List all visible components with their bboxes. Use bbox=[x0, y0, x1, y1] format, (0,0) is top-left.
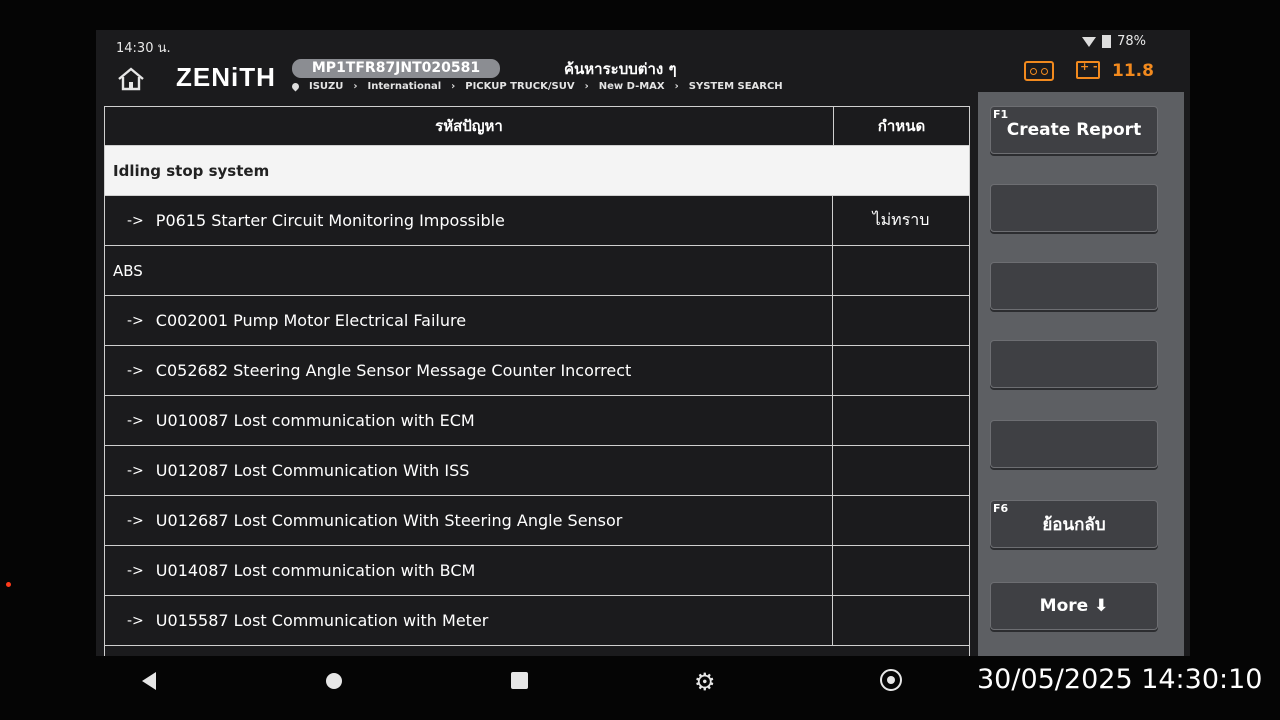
table-row[interactable]: Idling stop system bbox=[105, 146, 969, 196]
dtc-text: C052682 Steering Angle Sensor Message Co… bbox=[155, 361, 632, 380]
table-row[interactable]: -> U012087 Lost Communication With ISS bbox=[105, 446, 969, 496]
battery-icon bbox=[1102, 35, 1112, 48]
dtc-text: C002001 Pump Motor Electrical Failure bbox=[155, 311, 467, 330]
create-report-button[interactable]: F1 Create Report bbox=[990, 106, 1158, 154]
create-report-label: Create Report bbox=[1006, 120, 1142, 140]
row-definition bbox=[833, 146, 969, 195]
dtc-text: P0615 Starter Circuit Monitoring Impossi… bbox=[155, 211, 505, 230]
function-key-panel: F1 Create Report F6 ย้อนกลับ More ⬇ bbox=[978, 92, 1184, 656]
back-button[interactable]: F6 ย้อนกลับ bbox=[990, 500, 1158, 548]
row-arrow: -> bbox=[127, 462, 144, 479]
back-label: ย้อนกลับ bbox=[1042, 514, 1106, 535]
row-definition: ไม่ทราบ bbox=[872, 210, 930, 229]
row-arrow: -> bbox=[127, 212, 144, 229]
column-header-definition: กำหนด bbox=[877, 117, 926, 135]
status-time: 14:30 น. bbox=[116, 41, 171, 56]
table-row[interactable]: -> U015587 Lost Communication with Meter bbox=[105, 596, 969, 646]
row-group-label: Idling stop system bbox=[113, 161, 270, 180]
table-row[interactable]: -> U012687 Lost Communication With Steeri… bbox=[105, 496, 969, 546]
status-right: 78% bbox=[1082, 34, 1146, 49]
home-circle-icon[interactable] bbox=[326, 673, 342, 689]
chevron-right-icon: › bbox=[451, 81, 456, 92]
row-code: -> C052682 Steering Angle Sensor Message … bbox=[105, 346, 833, 395]
row-arrow: -> bbox=[127, 362, 144, 379]
back-icon[interactable] bbox=[142, 672, 156, 690]
chevron-right-icon: › bbox=[674, 81, 679, 92]
row-arrow: -> bbox=[127, 512, 144, 529]
column-header-code: รหัสปัญหา bbox=[105, 107, 834, 145]
recorder-icon[interactable] bbox=[1024, 61, 1054, 81]
dtc-text: U010087 Lost communication with ECM bbox=[155, 411, 475, 430]
f2-button[interactable] bbox=[990, 184, 1158, 232]
row-arrow: -> bbox=[127, 312, 144, 329]
f1-key-label: F1 bbox=[993, 108, 1009, 121]
row-definition bbox=[833, 296, 969, 345]
more-label: More ⬇ bbox=[1039, 596, 1109, 616]
row-definition bbox=[833, 546, 969, 595]
row-arrow: -> bbox=[127, 412, 144, 429]
f4-button[interactable] bbox=[990, 340, 1158, 388]
gear-icon[interactable]: ⚙ bbox=[694, 668, 716, 696]
f6-key-label: F6 bbox=[993, 502, 1009, 515]
row-arrow: -> bbox=[127, 562, 144, 579]
row-code: -> U012087 Lost Communication With ISS bbox=[105, 446, 833, 495]
table-row[interactable]: -> U014087 Lost communication with BCM bbox=[105, 546, 969, 596]
vin-badge: MP1TFR87JNT020581 bbox=[292, 59, 500, 78]
photo-timestamp: 30/05/2025 14:30:10 bbox=[977, 664, 1263, 695]
f5-button[interactable] bbox=[990, 420, 1158, 468]
breadcrumb-function: SYSTEM SEARCH bbox=[688, 81, 783, 92]
row-definition bbox=[833, 346, 969, 395]
table-header: รหัสปัญหา กำหนด bbox=[105, 107, 969, 146]
dtc-text: U012687 Lost Communication With Steering… bbox=[155, 511, 623, 530]
battery-voltage: 11.8 bbox=[1112, 61, 1154, 81]
row-definition bbox=[833, 246, 969, 295]
home-icon[interactable] bbox=[116, 66, 146, 92]
zenith-logo: ZENiTH bbox=[176, 62, 276, 92]
battery-level: 78% bbox=[1117, 34, 1146, 49]
chevron-right-icon: › bbox=[353, 81, 358, 92]
app-screen: 14:30 น. 78% ZENiTH MP1TFR87JNT020581 ค้… bbox=[96, 30, 1190, 656]
breadcrumb-model: New D-MAX bbox=[598, 81, 665, 92]
dtc-text: U015587 Lost Communication with Meter bbox=[155, 611, 489, 630]
indicator-light bbox=[6, 582, 11, 587]
breadcrumb-make: ISUZU bbox=[309, 81, 344, 92]
row-code: -> U010087 Lost communication with ECM bbox=[105, 396, 833, 445]
row-definition bbox=[833, 446, 969, 495]
page-title: ค้นหาระบบต่าง ๆ bbox=[564, 60, 677, 78]
breadcrumb: ISUZU › International › PICKUP TRUCK/SUV… bbox=[290, 81, 783, 92]
dtc-text: U012087 Lost Communication With ISS bbox=[155, 461, 470, 480]
row-group-label: ABS bbox=[105, 246, 833, 295]
breadcrumb-type: PICKUP TRUCK/SUV bbox=[465, 81, 575, 92]
row-code: -> U012687 Lost Communication With Steeri… bbox=[105, 496, 833, 545]
row-code: -> U014087 Lost communication with BCM bbox=[105, 546, 833, 595]
location-pin-icon bbox=[290, 81, 301, 92]
table-row[interactable]: ABS bbox=[105, 246, 969, 296]
row-code: -> C002001 Pump Motor Electrical Failure bbox=[105, 296, 833, 345]
car-battery-icon bbox=[1076, 60, 1100, 79]
table-row[interactable]: -> C052682 Steering Angle Sensor Message … bbox=[105, 346, 969, 396]
wifi-icon bbox=[1082, 36, 1097, 47]
recent-apps-icon[interactable] bbox=[511, 672, 528, 689]
f3-button[interactable] bbox=[990, 262, 1158, 310]
chevron-right-icon: › bbox=[584, 81, 589, 92]
row-arrow: -> bbox=[127, 612, 144, 629]
dtc-text: U014087 Lost communication with BCM bbox=[155, 561, 476, 580]
table-row[interactable]: -> U010087 Lost communication with ECM bbox=[105, 396, 969, 446]
row-definition bbox=[833, 596, 969, 645]
more-button[interactable]: More ⬇ bbox=[990, 582, 1158, 630]
table-row[interactable]: -> C002001 Pump Motor Electrical Failure bbox=[105, 296, 969, 346]
chrome-icon[interactable] bbox=[880, 669, 902, 691]
row-code: -> U015587 Lost Communication with Meter bbox=[105, 596, 833, 645]
table-row[interactable]: -> P0615 Starter Circuit Monitoring Impos… bbox=[105, 196, 969, 246]
row-definition bbox=[833, 396, 969, 445]
dtc-table: รหัสปัญหา กำหนด Idling stop system -> P06… bbox=[104, 106, 970, 656]
row-definition bbox=[833, 496, 969, 545]
row-code: -> P0615 Starter Circuit Monitoring Impos… bbox=[105, 196, 833, 245]
status-bar: 14:30 น. 78% bbox=[96, 30, 1190, 58]
breadcrumb-region: International bbox=[367, 81, 442, 92]
